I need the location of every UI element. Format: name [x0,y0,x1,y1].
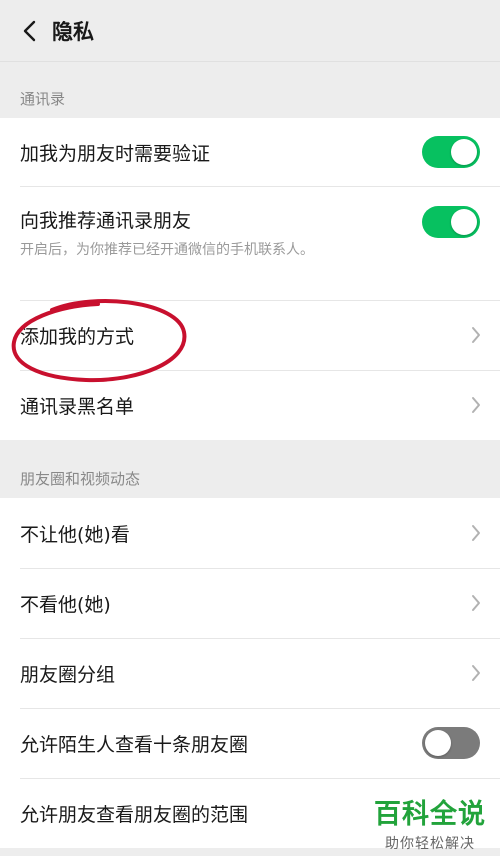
row-stranger-ten-posts[interactable]: 允许陌生人查看十条朋友圈 [0,708,500,778]
stranger-ten-posts-toggle[interactable] [422,727,480,759]
section-label-moments: 朋友圈和视频动态 [20,470,141,488]
row-recommend-contacts[interactable]: 向我推荐通讯录朋友 开启后，为你推荐已经开通微信的手机联系人。 [0,186,500,300]
chevron-right-icon [472,595,480,611]
watermark-title: 百科全说 [374,799,486,830]
toggle-knob [425,730,451,756]
recommend-contacts-toggle[interactable] [422,206,480,238]
contacts-group: 加我为朋友时需要验证 向我推荐通讯录朋友 开启后，为你推荐已经开通微信的手机联系… [0,118,500,440]
toggle-knob [451,209,477,235]
watermark-subtitle: 助你轻松解决 [385,836,475,852]
watermark: 百科全说 助你轻松解决 [374,792,486,853]
chevron-right-icon [472,665,480,681]
row-moments-groups[interactable]: 朋友圈分组 [0,638,500,708]
row-hide-from[interactable]: 不让他(她)看 [0,498,500,568]
back-button[interactable] [10,0,50,62]
chevron-right-icon [472,397,480,413]
row-label: 不看他(她) [20,593,111,616]
section-label-contacts: 通讯录 [20,90,66,108]
chevron-right-icon [472,525,480,541]
row-contacts-blacklist[interactable]: 通讯录黑名单 [0,370,500,440]
row-label: 加我为朋友时需要验证 [20,142,211,165]
row-label: 通讯录黑名单 [20,395,135,418]
chevron-left-icon [23,20,36,41]
chevron-right-icon [472,327,480,343]
row-verify-friend[interactable]: 加我为朋友时需要验证 [0,118,500,186]
row-label: 不让他(她)看 [20,523,130,546]
page-title: 隐私 [52,19,94,44]
row-description: 开启后，为你推荐已经开通微信的手机联系人。 [20,242,314,258]
row-hide-their-posts[interactable]: 不看他(她) [0,568,500,638]
row-add-me-methods[interactable]: 添加我的方式 [0,300,500,370]
verify-friend-toggle[interactable] [422,136,480,168]
row-label: 允许朋友查看朋友圈的范围 [20,803,249,826]
row-label: 添加我的方式 [20,325,135,348]
row-label: 朋友圈分组 [20,663,116,686]
toggle-knob [451,139,477,165]
row-label: 允许陌生人查看十条朋友圈 [20,733,249,756]
nav-header: 隐私 [0,0,500,62]
